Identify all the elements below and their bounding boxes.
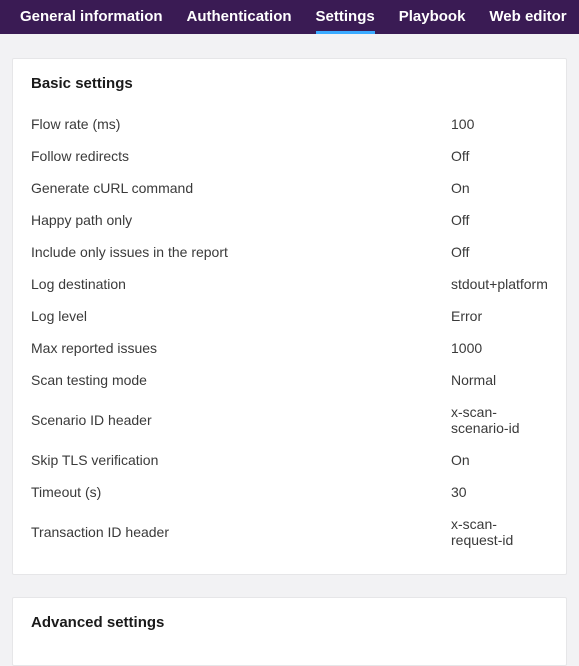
setting-label: Log level: [31, 308, 451, 324]
setting-row-generate-curl[interactable]: Generate cURL command On: [31, 172, 548, 204]
tab-settings[interactable]: Settings: [304, 2, 387, 33]
setting-value: x-scan-request-id: [451, 516, 548, 548]
setting-value: x-scan-scenario-id: [451, 404, 548, 436]
setting-row-scan-mode[interactable]: Scan testing mode Normal: [31, 364, 548, 396]
setting-label: Skip TLS verification: [31, 452, 451, 468]
setting-label: Flow rate (ms): [31, 116, 451, 132]
tab-general-information[interactable]: General information: [8, 2, 175, 33]
setting-row-include-issues[interactable]: Include only issues in the report Off: [31, 236, 548, 268]
setting-row-log-level[interactable]: Log level Error: [31, 300, 548, 332]
setting-value: 30: [451, 484, 467, 500]
setting-value: On: [451, 452, 470, 468]
setting-label: Include only issues in the report: [31, 244, 451, 260]
setting-row-timeout[interactable]: Timeout (s) 30: [31, 476, 548, 508]
tab-playbook[interactable]: Playbook: [387, 2, 478, 33]
tab-authentication[interactable]: Authentication: [175, 2, 304, 33]
setting-label: Timeout (s): [31, 484, 451, 500]
setting-label: Happy path only: [31, 212, 451, 228]
setting-value: 100: [451, 116, 474, 132]
advanced-settings-title: Advanced settings: [31, 614, 548, 631]
basic-settings-title: Basic settings: [31, 75, 548, 92]
setting-label: Log destination: [31, 276, 451, 292]
setting-label: Follow redirects: [31, 148, 451, 164]
setting-value: Off: [451, 148, 469, 164]
setting-row-follow-redirects[interactable]: Follow redirects Off: [31, 140, 548, 172]
setting-value: stdout+platform: [451, 276, 548, 292]
advanced-settings-card: Advanced settings: [12, 597, 567, 666]
setting-value: Normal: [451, 372, 496, 388]
setting-label: Scan testing mode: [31, 372, 451, 388]
setting-row-scenario-id-header[interactable]: Scenario ID header x-scan-scenario-id: [31, 396, 548, 444]
setting-label: Scenario ID header: [31, 412, 451, 428]
setting-value: On: [451, 180, 470, 196]
setting-label: Max reported issues: [31, 340, 451, 356]
setting-value: Error: [451, 308, 482, 324]
setting-row-log-destination[interactable]: Log destination stdout+platform: [31, 268, 548, 300]
setting-row-transaction-id-header[interactable]: Transaction ID header x-scan-request-id: [31, 508, 548, 556]
setting-value: Off: [451, 244, 469, 260]
basic-settings-card: Basic settings Flow rate (ms) 100 Follow…: [12, 58, 567, 575]
setting-value: 1000: [451, 340, 482, 356]
setting-row-happy-path[interactable]: Happy path only Off: [31, 204, 548, 236]
tab-bar: General information Authentication Setti…: [0, 0, 579, 34]
setting-label: Generate cURL command: [31, 180, 451, 196]
setting-row-max-issues[interactable]: Max reported issues 1000: [31, 332, 548, 364]
tab-web-editor[interactable]: Web editor: [477, 2, 578, 33]
setting-value: Off: [451, 212, 469, 228]
setting-row-skip-tls[interactable]: Skip TLS verification On: [31, 444, 548, 476]
content-area: Basic settings Flow rate (ms) 100 Follow…: [0, 34, 579, 666]
setting-label: Transaction ID header: [31, 524, 451, 540]
setting-row-flow-rate[interactable]: Flow rate (ms) 100: [31, 108, 548, 140]
